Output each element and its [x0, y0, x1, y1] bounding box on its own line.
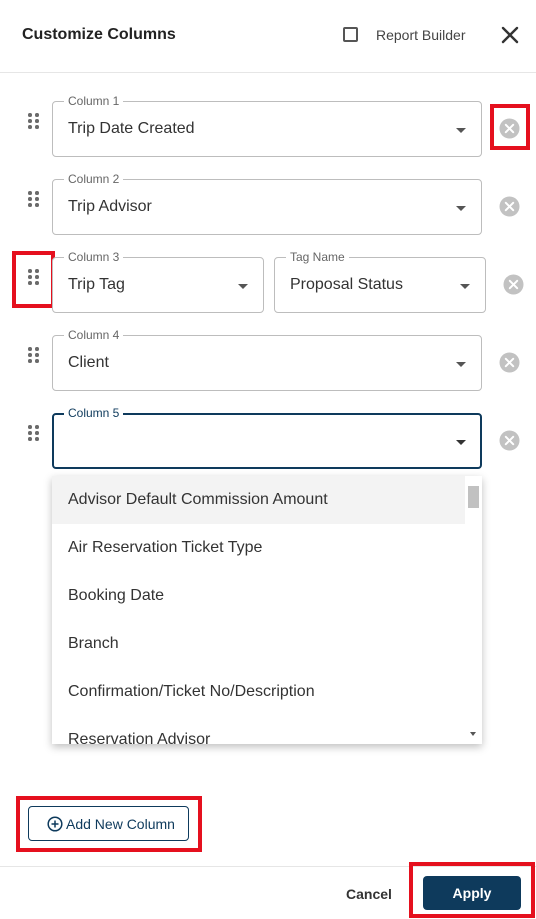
chevron-down-icon [456, 206, 466, 211]
column-1-value: Trip Date Created [68, 120, 195, 137]
scrollbar-thumb[interactable] [468, 486, 479, 508]
close-icon[interactable] [496, 21, 524, 49]
highlight-add-column [16, 796, 202, 852]
chevron-down-icon [238, 284, 248, 289]
highlight-apply [409, 862, 535, 918]
column-5-select[interactable]: Column 5 [52, 406, 482, 469]
drag-handle-icon[interactable] [28, 425, 40, 443]
column-1-select[interactable]: Column 1 Trip Date Created [52, 94, 482, 157]
option-item[interactable]: Booking Date [52, 572, 465, 620]
remove-column-4-icon[interactable] [499, 352, 520, 373]
column-2-label: Column 2 [64, 172, 124, 186]
chevron-down-icon [456, 362, 466, 367]
highlight-drag-handle-3 [12, 251, 55, 308]
chevron-down-icon [456, 440, 466, 445]
column-2-value: Trip Advisor [68, 198, 152, 215]
column-5-options-list[interactable]: Advisor Default Commission Amount Air Re… [52, 476, 482, 744]
column-3-label: Column 3 [64, 250, 124, 264]
remove-column-5-icon[interactable] [499, 430, 520, 451]
column-4-value: Client [68, 354, 109, 371]
remove-column-3-icon[interactable] [503, 274, 524, 295]
remove-column-2-icon[interactable] [499, 196, 520, 217]
option-item[interactable]: Air Reservation Ticket Type [52, 524, 465, 572]
column-2-select[interactable]: Column 2 Trip Advisor [52, 172, 482, 235]
option-item[interactable]: Advisor Default Commission Amount [52, 476, 465, 524]
column-1-label: Column 1 [64, 94, 124, 108]
report-builder-checkbox[interactable] [343, 27, 358, 42]
dropdown-scrollbar[interactable] [465, 476, 482, 744]
dialog-header: Customize Columns Report Builder [0, 0, 536, 73]
column-4-select[interactable]: Column 4 Client [52, 328, 482, 391]
column-3-select[interactable]: Column 3 Trip Tag [52, 250, 264, 313]
drag-handle-icon[interactable] [28, 113, 40, 131]
report-builder-label[interactable]: Report Builder [376, 27, 466, 43]
column-4-label: Column 4 [64, 328, 124, 342]
cancel-button[interactable]: Cancel [340, 883, 398, 905]
tag-name-value: Proposal Status [290, 276, 403, 293]
scroll-down-arrow-icon[interactable] [470, 732, 476, 736]
drag-handle-icon[interactable] [28, 191, 40, 209]
chevron-down-icon [456, 128, 466, 133]
tag-name-select[interactable]: Tag Name Proposal Status [274, 250, 486, 313]
dialog-title: Customize Columns [22, 26, 176, 43]
option-item[interactable]: Confirmation/Ticket No/Description [52, 668, 465, 716]
tag-name-label: Tag Name [286, 250, 349, 264]
column-3-value: Trip Tag [68, 276, 125, 293]
option-item[interactable]: Branch [52, 620, 465, 668]
highlight-remove-column-1 [490, 104, 530, 150]
option-item[interactable]: Reservation Advisor [52, 716, 465, 744]
column-5-label: Column 5 [64, 406, 124, 420]
drag-handle-icon[interactable] [28, 347, 40, 365]
chevron-down-icon [460, 284, 470, 289]
